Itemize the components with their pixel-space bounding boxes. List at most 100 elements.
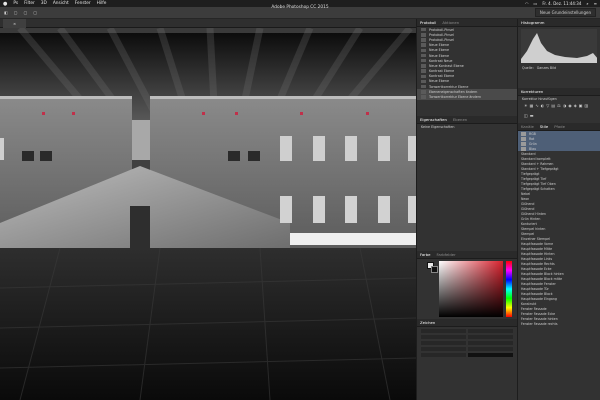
history-thumb-icon — [421, 38, 426, 42]
hue-icon[interactable]: ▤ — [551, 103, 555, 111]
tab-zeichen[interactable]: Zeichen — [420, 320, 435, 325]
stile-panel-header: Kanäle Stile Pfade — [518, 123, 600, 132]
history-list: Protokoll-Pinsel Protokoll-Pinsel Protok… — [417, 27, 517, 102]
history-thumb-icon — [421, 58, 426, 63]
menu-item-app[interactable]: Ps — [13, 1, 18, 6]
battery-icon[interactable]: ▭ — [534, 1, 538, 6]
history-thumb-icon — [421, 95, 426, 99]
color-field[interactable] — [439, 261, 503, 318]
channel-thumb-icon — [521, 142, 526, 146]
tab-korrekturen[interactable]: Korrekturen — [521, 89, 543, 94]
building-photo — [0, 28, 416, 400]
vertical-scale-field[interactable] — [421, 347, 466, 352]
photo-filter-icon[interactable]: ◉ — [568, 103, 572, 111]
history-thumb-icon — [421, 33, 426, 37]
tool-preset-icon[interactable]: ◧ — [4, 10, 8, 15]
menu-item-3d[interactable]: 3D — [41, 1, 47, 6]
search-icon[interactable]: ⌕ — [586, 1, 588, 6]
mixer-icon[interactable]: ◈ — [574, 103, 577, 111]
styles-list: RGB Rot Grün Blau Standard Standard komp… — [518, 131, 600, 356]
tab-eigenschaften[interactable]: Eigenschaften — [420, 117, 447, 122]
history-thumb-icon — [421, 64, 426, 68]
clock[interactable]: Fr. 4. Dez. 11:44:34 — [542, 1, 581, 6]
histogramm-panel-header: Histogramm — [518, 19, 600, 27]
kerning-field[interactable] — [421, 341, 466, 346]
bw-icon[interactable]: ◑ — [563, 103, 567, 111]
history-thumb-icon — [421, 79, 426, 84]
tab-aktionen[interactable]: Aktionen — [442, 20, 459, 25]
tab-pfade[interactable]: Pfade — [554, 124, 565, 129]
font-size-field[interactable] — [421, 335, 466, 340]
menu-item-hilfe[interactable]: Hilfe — [97, 1, 107, 6]
tab-ebenen[interactable]: Ebenen — [453, 117, 467, 122]
mode-icon[interactable]: ▢ — [14, 10, 18, 15]
mode-icon-2[interactable]: ▢ — [24, 10, 28, 15]
history-thumb-icon — [421, 53, 426, 58]
menu-item-filter[interactable]: Filter — [24, 1, 35, 6]
history-thumb-icon — [421, 74, 426, 79]
menu-item-fenster[interactable]: Fenster — [75, 1, 91, 6]
tab-farbe[interactable]: Farbe — [420, 252, 430, 257]
wifi-icon[interactable]: ◠ — [525, 1, 529, 6]
history-thumb-icon — [421, 69, 426, 73]
channel-thumb-icon — [521, 137, 526, 141]
document-tab[interactable]: × — [3, 18, 27, 28]
workspace-switcher[interactable]: Neue Grundeinstellungen — [534, 8, 596, 17]
text-color-swatch[interactable] — [468, 353, 513, 358]
tab-stile[interactable]: Stile — [540, 124, 548, 129]
levels-icon[interactable]: ▦ — [530, 103, 534, 111]
threshold-icon[interactable]: ◫ — [524, 113, 528, 121]
history-thumb-icon — [421, 90, 426, 94]
history-thumb-icon — [421, 48, 426, 53]
menu-bar: ● Ps Filter 3D Ansicht Fenster Hilfe ◠ ▭… — [0, 0, 600, 7]
history-thumb-icon — [421, 27, 426, 32]
eigenschaften-panel-header: Eigenschaften Ebenen — [417, 116, 517, 124]
background-swatch[interactable] — [431, 266, 438, 274]
tab-farbfelder[interactable]: Farbfelder — [436, 252, 455, 257]
character-panel-body — [417, 327, 517, 359]
apple-icon[interactable]: ● — [3, 1, 7, 7]
panel-column-right: Histogramm Quelle: Ganzes Bild Korrekture… — [517, 19, 600, 400]
histogram-svg — [521, 33, 597, 63]
channel-thumb-icon — [521, 147, 526, 151]
mode-icon-3[interactable]: ▢ — [33, 10, 37, 15]
tab-histogramm[interactable]: Histogramm — [521, 20, 544, 25]
font-family-select[interactable] — [421, 329, 466, 334]
vibrance-icon[interactable]: ▽ — [546, 103, 549, 111]
panel-column-left: Protokoll Aktionen Protokoll-Pinsel Prot… — [416, 19, 517, 400]
menu-item-ansicht[interactable]: Ansicht — [53, 1, 69, 6]
menu-extras: ◠ ▭ Fr. 4. Dez. 11:44:34 ⌕ ≡ — [525, 1, 597, 6]
histogram-stats — [518, 70, 600, 88]
leading-field[interactable] — [468, 335, 513, 340]
tab-kanaele[interactable]: Kanäle — [521, 124, 534, 129]
invert-icon[interactable]: ▣ — [579, 103, 583, 111]
options-bar: ◧ ▢ ▢ ▢ Neue Grundeinstellungen — [0, 7, 600, 19]
history-thumb-icon — [421, 84, 426, 89]
protokoll-panel-header: Protokoll Aktionen — [417, 19, 517, 27]
color-panel-body — [417, 259, 517, 319]
baseline-field[interactable] — [421, 353, 466, 358]
histogram-source-select[interactable]: Ganzes Bild — [537, 66, 556, 70]
properties-body — [417, 129, 517, 252]
korrekturen-panel-header: Korrekturen — [518, 88, 600, 97]
document-canvas[interactable] — [0, 28, 416, 400]
exposure-icon[interactable]: ◐ — [541, 103, 545, 111]
balance-icon[interactable]: ⚖ — [557, 103, 561, 111]
document-tabs: × — [0, 18, 416, 28]
brightness-icon[interactable]: ☀ — [524, 103, 528, 111]
style-item[interactable]: Fenster Fassade rechts — [518, 321, 600, 326]
history-thumb-icon — [421, 43, 426, 47]
adjustment-icons: ☀ ▦ ∿ ◐ ▽ ▤ ⚖ ◑ ◉ ◈ ▣ ▥ ◫ ▬ — [518, 101, 600, 123]
tab-protokoll[interactable]: Protokoll — [420, 20, 436, 25]
menu-icon[interactable]: ≡ — [594, 1, 597, 6]
history-item-active[interactable]: Tonwertkorrektur Ebene ändern — [417, 94, 517, 100]
channel-thumb-icon — [521, 132, 526, 136]
font-style-select[interactable] — [468, 329, 513, 334]
curves-icon[interactable]: ∿ — [535, 103, 538, 111]
gradient-map-icon[interactable]: ▬ — [530, 113, 534, 121]
horizontal-scale-field[interactable] — [468, 347, 513, 352]
posterize-icon[interactable]: ▥ — [585, 103, 589, 111]
hue-slider[interactable] — [506, 261, 512, 318]
tracking-field[interactable] — [468, 341, 513, 346]
zeichen-panel-header: Zeichen — [417, 319, 517, 328]
